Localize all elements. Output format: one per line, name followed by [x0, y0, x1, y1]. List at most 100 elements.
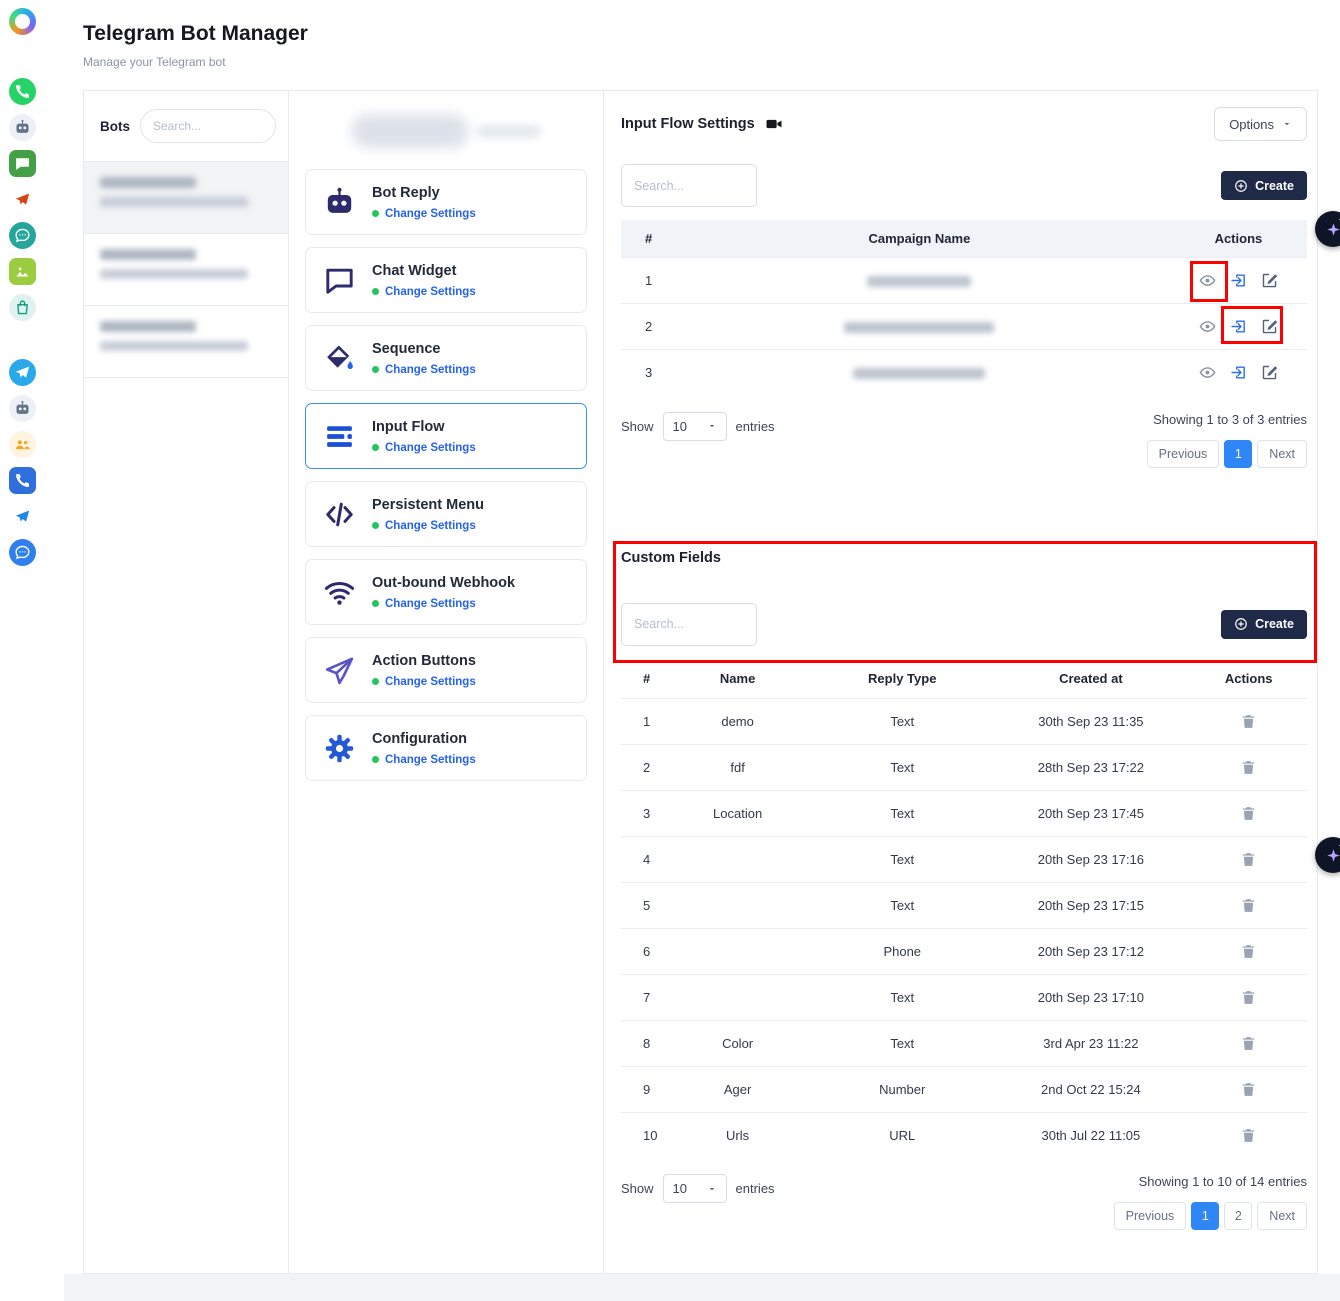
bots-search-input[interactable]	[140, 109, 276, 143]
actions-cell	[1190, 698, 1307, 744]
field-name-cell: Ager	[662, 1066, 813, 1112]
column-header[interactable]: Created at	[991, 659, 1190, 699]
field-name: demo	[721, 714, 754, 729]
plus-circle-icon	[1234, 179, 1248, 193]
create-custom-field-button[interactable]: Create	[1221, 610, 1307, 639]
campaign-name-cell	[669, 258, 1170, 304]
column-header[interactable]: Name	[662, 659, 813, 699]
change-settings-link[interactable]: Change Settings	[372, 442, 476, 454]
campaign-search-input[interactable]	[621, 164, 757, 207]
card-configuration[interactable]: Configuration Change Settings	[305, 715, 587, 781]
change-settings-link[interactable]: Change Settings	[372, 520, 484, 532]
reply-type-cell: Text	[813, 836, 991, 882]
chatbot-icon[interactable]	[9, 114, 36, 141]
export-icon[interactable]	[1230, 318, 1247, 335]
card-persistent-menu[interactable]: Persistent Menu Change Settings	[305, 481, 587, 547]
change-settings-link[interactable]: Change Settings	[372, 286, 476, 298]
custom-field-row: 8 Color Text 3rd Apr 23 11:22	[621, 1020, 1307, 1066]
page-number-button[interactable]: 1	[1224, 440, 1252, 468]
delete-icon[interactable]	[1240, 897, 1257, 914]
card-bot-reply[interactable]: Bot Reply Change Settings	[305, 169, 587, 235]
app-logo-icon[interactable]	[9, 8, 36, 35]
bot-list-item[interactable]	[84, 306, 288, 378]
card-outbound-webhook[interactable]: Out-bound Webhook Change Settings	[305, 559, 587, 625]
view-icon[interactable]	[1199, 318, 1216, 335]
field-name-cell: Location	[662, 790, 813, 836]
card-action-buttons[interactable]: Action Buttons Change Settings	[305, 637, 587, 703]
page-size-select[interactable]: 10	[663, 412, 727, 441]
contacts-icon[interactable]	[9, 431, 36, 458]
previous-page-button[interactable]: Previous	[1114, 1202, 1187, 1230]
delete-icon[interactable]	[1240, 805, 1257, 822]
card-chat-widget[interactable]: Chat Widget Change Settings	[305, 247, 587, 313]
edit-icon[interactable]	[1261, 272, 1278, 289]
change-settings-link[interactable]: Change Settings	[372, 364, 476, 376]
column-header[interactable]: Campaign Name	[669, 220, 1170, 258]
change-settings-link[interactable]: Change Settings	[372, 676, 476, 688]
messenger-bot-icon[interactable]	[9, 222, 36, 249]
whatsapp-business-icon[interactable]	[9, 150, 36, 177]
section-title: Input Flow Settings	[621, 116, 755, 132]
delete-icon[interactable]	[1240, 713, 1257, 730]
telegram-icon[interactable]	[9, 359, 36, 386]
media-icon[interactable]	[9, 258, 36, 285]
delete-icon[interactable]	[1240, 1081, 1257, 1098]
card-sequence[interactable]: Sequence Change Settings	[305, 325, 587, 391]
page-number-button[interactable]: 2	[1224, 1202, 1252, 1230]
actions-cell	[1190, 974, 1307, 1020]
custom-fields-header-row: # Name Reply Type	[621, 659, 1307, 699]
custom-fields-search-input[interactable]	[621, 603, 757, 646]
actions-cell	[1190, 836, 1307, 882]
delete-icon[interactable]	[1240, 1127, 1257, 1144]
column-header[interactable]: #	[621, 659, 662, 699]
export-icon[interactable]	[1230, 364, 1247, 381]
edit-icon[interactable]	[1261, 364, 1278, 381]
delete-icon[interactable]	[1240, 851, 1257, 868]
row-number: 3	[621, 350, 669, 396]
export-icon[interactable]	[1230, 272, 1247, 289]
broadcast-icon[interactable]	[9, 503, 36, 530]
campaign-table-header-row: # Campaign Name Actions	[621, 220, 1307, 258]
status-dot	[372, 600, 379, 607]
bot-icon[interactable]	[9, 395, 36, 422]
robot-icon	[320, 183, 358, 221]
column-header[interactable]: Actions	[1170, 220, 1307, 258]
previous-page-button[interactable]: Previous	[1147, 440, 1220, 468]
delete-icon[interactable]	[1240, 1035, 1257, 1052]
calls-icon[interactable]	[9, 467, 36, 494]
column-header[interactable]: Reply Type	[813, 659, 991, 699]
bot-list-item[interactable]	[84, 234, 288, 306]
actions-cell	[1190, 744, 1307, 790]
card-input-flow[interactable]: Input Flow Change Settings	[305, 403, 587, 469]
next-page-button[interactable]: Next	[1257, 1202, 1307, 1230]
shop-icon[interactable]	[9, 294, 36, 321]
bot-list-item[interactable]	[84, 162, 288, 234]
status-dot	[372, 210, 379, 217]
delete-icon[interactable]	[1240, 759, 1257, 776]
page-number-button[interactable]: 1	[1191, 1202, 1219, 1230]
created-at-cell: 20th Sep 23 17:12	[991, 928, 1190, 974]
page-size-select[interactable]: 10	[663, 1174, 727, 1203]
column-header[interactable]: #	[621, 220, 669, 258]
view-icon[interactable]	[1199, 272, 1216, 289]
next-page-button[interactable]: Next	[1257, 440, 1307, 468]
chat-app-icon[interactable]	[9, 539, 36, 566]
change-settings-link[interactable]: Change Settings	[372, 598, 515, 610]
telegram-campaign-icon[interactable]	[9, 186, 36, 213]
ai-assistant-button[interactable]	[1315, 837, 1340, 873]
change-settings-link[interactable]: Change Settings	[372, 754, 476, 766]
field-name-cell: Urls	[662, 1112, 813, 1158]
whatsapp-icon[interactable]	[9, 78, 36, 105]
ai-assistant-button[interactable]	[1315, 211, 1340, 247]
delete-icon[interactable]	[1240, 943, 1257, 960]
options-button[interactable]: Options	[1214, 107, 1307, 141]
selected-bot-name-blurred	[305, 103, 587, 159]
created-at-cell: 20th Sep 23 17:45	[991, 790, 1190, 836]
custom-field-row: 4 Text 20th Sep 23 17:16	[621, 836, 1307, 882]
change-settings-link[interactable]: Change Settings	[372, 208, 476, 220]
delete-icon[interactable]	[1240, 989, 1257, 1006]
edit-icon[interactable]	[1261, 318, 1278, 335]
column-header[interactable]: Actions	[1190, 659, 1307, 699]
create-campaign-button[interactable]: Create	[1221, 171, 1307, 200]
view-icon[interactable]	[1199, 364, 1216, 381]
